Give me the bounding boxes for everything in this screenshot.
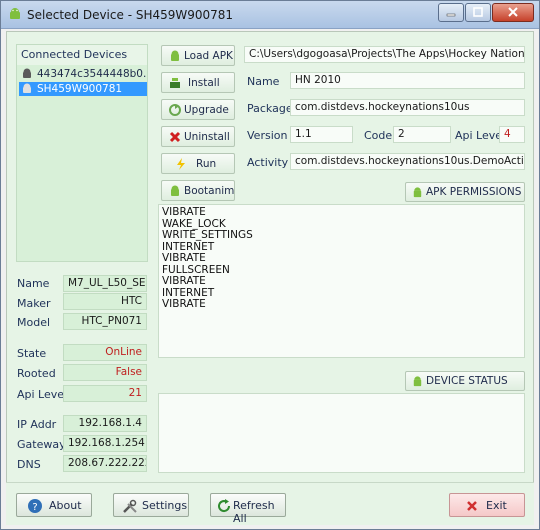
- app-window: Selected Device - SH459W900781 Connected…: [0, 0, 540, 530]
- apk-name-label: Name: [247, 75, 280, 88]
- apk-api-field[interactable]: 4: [499, 126, 525, 143]
- device-name-field[interactable]: M7_UL_L50_SENS: [63, 275, 147, 292]
- refresh-all-button[interactable]: Refresh All: [210, 493, 286, 525]
- apk-activity-label: Activity: [247, 156, 289, 169]
- window-title: Selected Device - SH459W900781: [27, 8, 234, 22]
- uninstall-button[interactable]: Uninstall: [161, 126, 235, 147]
- android-icon: [171, 50, 179, 61]
- device-rooted-label: Rooted: [17, 367, 56, 380]
- device-maker-label: Maker: [17, 297, 51, 310]
- lightning-icon: [177, 158, 185, 170]
- exit-label: Exit: [486, 499, 507, 512]
- maximize-button[interactable]: [465, 3, 491, 22]
- minimize-button[interactable]: [438, 3, 464, 22]
- permission-item: FULLSCREEN: [162, 263, 230, 276]
- apk-path-field[interactable]: C:\Users\dgogoasa\Projects\The Apps\Hock…: [244, 46, 525, 63]
- device-list-item[interactable]: 443474c3544448b0...: [19, 67, 147, 81]
- bootanim-button[interactable]: Bootanim: [161, 180, 235, 201]
- tools-icon: [123, 499, 137, 513]
- device-list-header: Connected Devices: [17, 45, 147, 65]
- close-icon: [467, 501, 477, 511]
- close-icon: [508, 7, 518, 17]
- run-label: Run: [196, 158, 217, 170]
- android-icon: [171, 185, 179, 196]
- android-icon: [23, 68, 31, 78]
- device-state-field[interactable]: OnLine: [63, 344, 147, 361]
- upgrade-icon: [169, 104, 181, 116]
- permission-item: VIBRATE: [162, 252, 206, 264]
- about-label: About: [49, 499, 82, 512]
- android-icon: [413, 187, 422, 198]
- device-ip-label: IP Addr: [17, 418, 57, 431]
- install-label: Install: [188, 77, 220, 89]
- apk-code-field[interactable]: 2: [393, 126, 451, 143]
- install-button[interactable]: Install: [161, 72, 235, 93]
- permission-item: WRITE_SETTINGS: [162, 229, 253, 241]
- device-ip-field[interactable]: 192.168.1.4: [63, 415, 147, 432]
- upgrade-label: Upgrade: [184, 104, 229, 116]
- settings-button[interactable]: Settings: [113, 493, 189, 517]
- apk-code-label: Code: [364, 129, 393, 142]
- device-api-field[interactable]: 21: [63, 385, 147, 402]
- permission-item: VIBRATE: [162, 298, 206, 310]
- permissions-list[interactable]: VIBRATE WAKE_LOCK WRITE_SETTINGS INTERNE…: [158, 204, 525, 358]
- device-model-label: Model: [17, 316, 51, 329]
- device-dns-field[interactable]: 208.67.222.222: [63, 455, 147, 472]
- load-apk-label: Load APK: [184, 50, 233, 62]
- exit-button[interactable]: Exit: [449, 493, 525, 517]
- device-model-field[interactable]: HTC_PN071: [63, 313, 147, 330]
- apk-api-label: Api Level: [455, 129, 506, 142]
- bootanim-label: Bootanim: [184, 185, 235, 197]
- load-apk-button[interactable]: Load APK: [161, 45, 235, 66]
- install-icon: [170, 78, 180, 88]
- footer-bar: ? About Settings Refresh All Exit: [6, 482, 534, 525]
- apk-package-field[interactable]: com.distdevs.hockeynations10us: [290, 99, 525, 116]
- apk-version-label: Version: [247, 129, 288, 142]
- run-button[interactable]: Run: [161, 153, 235, 174]
- apk-version-field[interactable]: 1.1: [290, 126, 353, 143]
- settings-label: Settings: [142, 499, 188, 512]
- device-list-item-label: SH459W900781: [37, 83, 123, 95]
- device-list-item-label: 443474c3544448b0...: [37, 68, 147, 80]
- close-button[interactable]: [492, 3, 534, 22]
- help-icon: ?: [28, 499, 42, 513]
- device-rooted-field[interactable]: False: [63, 364, 147, 381]
- device-status-area[interactable]: [158, 393, 525, 473]
- device-maker-field[interactable]: HTC: [63, 293, 147, 310]
- svg-text:?: ?: [32, 502, 37, 513]
- about-button[interactable]: ? About: [16, 493, 92, 517]
- refresh-icon: [218, 499, 231, 513]
- apk-package-label: Package: [247, 102, 293, 115]
- title-bar[interactable]: Selected Device - SH459W900781: [1, 1, 539, 29]
- device-status-label: DEVICE STATUS: [426, 375, 508, 387]
- permission-item: VIBRATE: [162, 206, 206, 218]
- uninstall-label: Uninstall: [184, 131, 230, 143]
- delete-icon: [169, 131, 181, 143]
- minimize-icon: [446, 13, 456, 17]
- device-name-label: Name: [17, 277, 50, 290]
- permission-item: VIBRATE: [162, 275, 206, 287]
- refresh-all-label: Refresh All: [233, 499, 275, 525]
- apk-name-field[interactable]: HN 2010: [290, 72, 525, 89]
- maximize-icon: [473, 7, 483, 17]
- permission-item: INTERNET: [162, 240, 215, 253]
- android-icon: [413, 376, 422, 387]
- upgrade-button[interactable]: Upgrade: [161, 99, 235, 120]
- apk-activity-field[interactable]: com.distdevs.hockeynations10us.DemoActiv…: [290, 153, 525, 170]
- device-list-item-selected[interactable]: SH459W900781: [19, 82, 147, 96]
- device-gateway-field[interactable]: 192.168.1.254: [63, 435, 147, 452]
- device-api-label: Api Level: [17, 388, 68, 401]
- device-state-label: State: [17, 347, 47, 360]
- device-list[interactable]: Connected Devices 443474c3544448b0... SH…: [16, 44, 148, 262]
- permission-item: INTERNET: [162, 286, 215, 299]
- device-status-button[interactable]: DEVICE STATUS: [405, 371, 525, 391]
- apk-permissions-label: APK PERMISSIONS: [426, 186, 522, 198]
- android-icon: [10, 8, 20, 19]
- apk-permissions-button[interactable]: APK PERMISSIONS: [405, 182, 525, 202]
- android-icon: [23, 83, 31, 93]
- device-dns-label: DNS: [17, 458, 41, 471]
- device-gateway-label: Gateway: [17, 438, 66, 451]
